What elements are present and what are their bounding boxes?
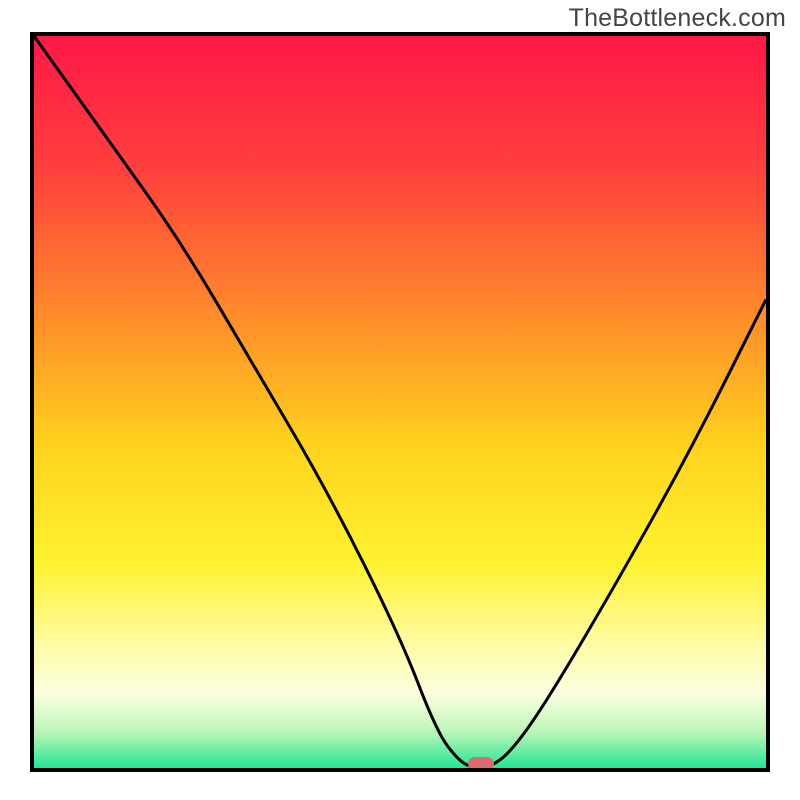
minimum-marker	[468, 757, 494, 771]
watermark-text: TheBottleneck.com	[569, 4, 786, 33]
bottleneck-curve	[34, 36, 766, 768]
bottleneck-chart: TheBottleneck.com	[0, 0, 800, 800]
curve-layer	[34, 36, 766, 768]
plot-area	[30, 32, 770, 772]
